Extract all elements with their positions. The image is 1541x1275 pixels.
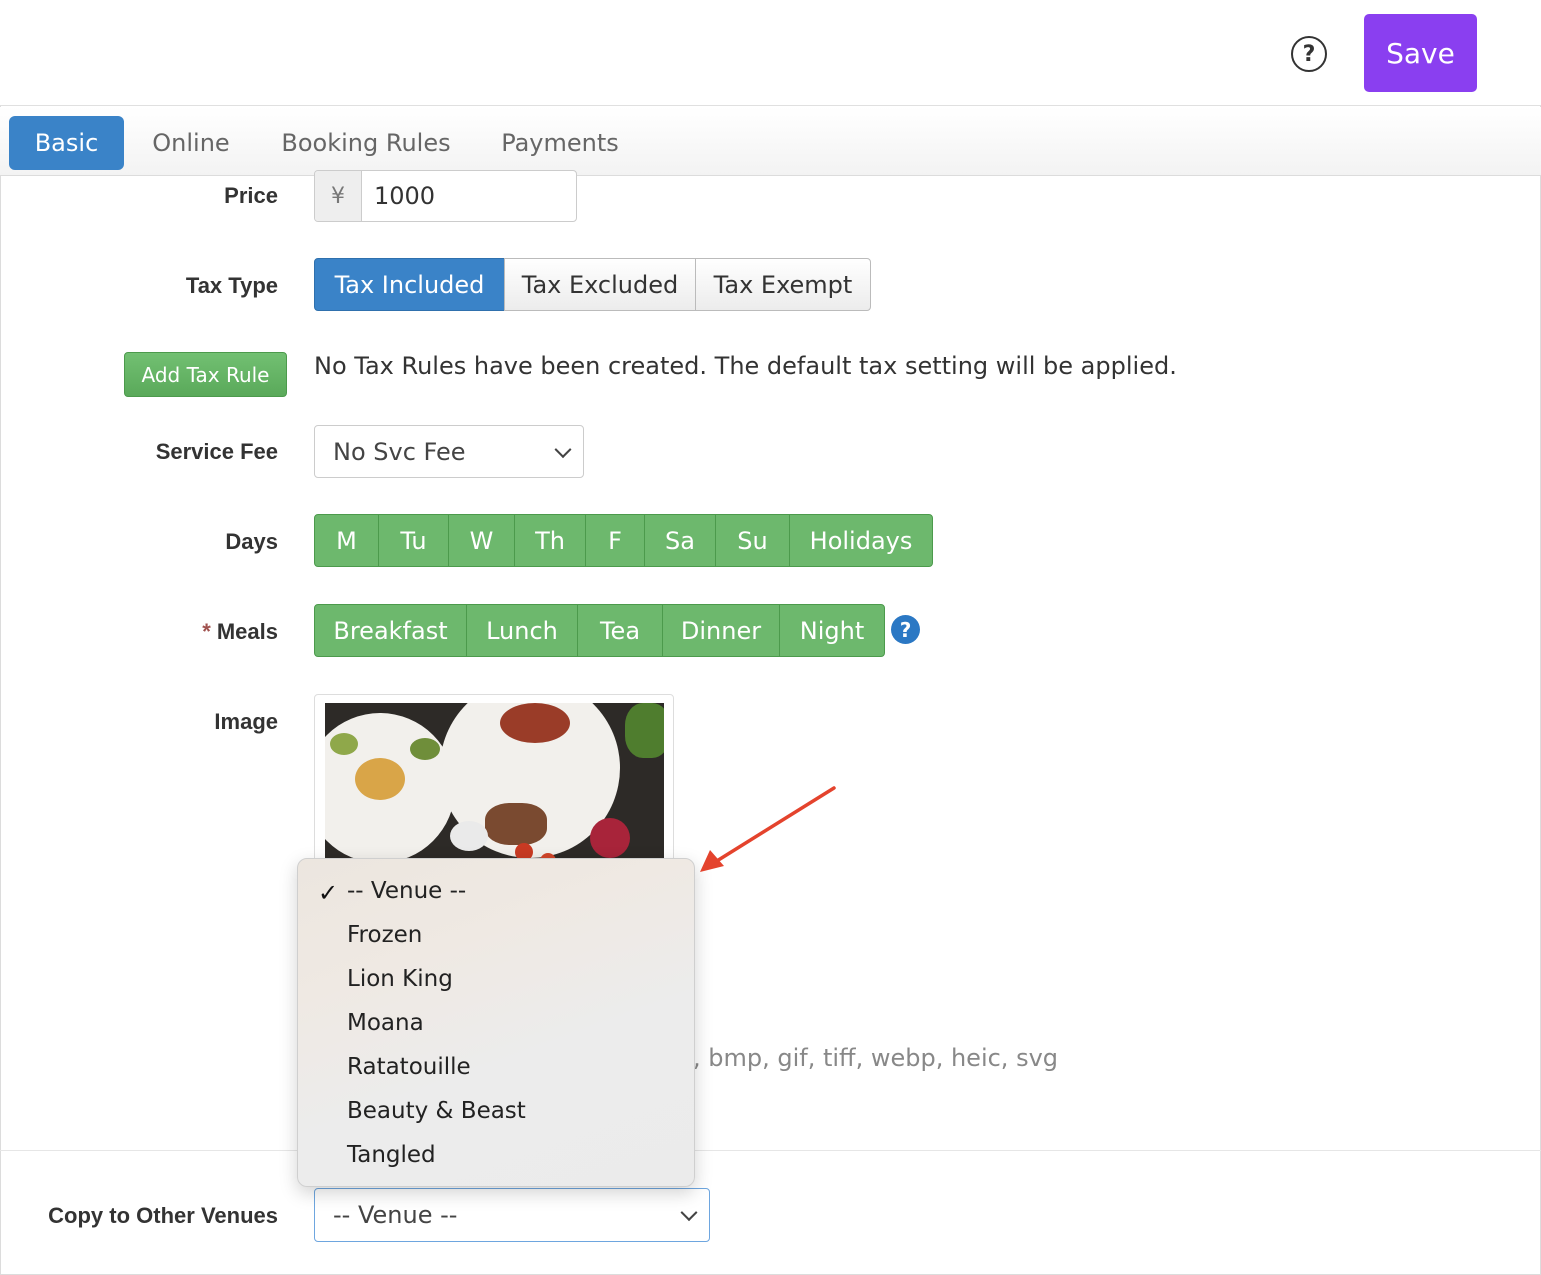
copy-venues-value: -- Venue -- [333,1201,458,1229]
dropdown-item-tangled[interactable]: Tangled [347,1142,436,1168]
day-button-th[interactable]: Th [514,514,586,567]
tax-rule-note: No Tax Rules have been created. The defa… [314,352,1177,380]
herbs [625,703,664,758]
image-preview[interactable] [314,694,674,884]
tab-basic[interactable]: Basic [9,116,124,170]
pomegranate [590,818,630,858]
meals-label-text: Meals [216,619,278,644]
meal-button-breakfast[interactable]: Breakfast [314,604,467,657]
sauce-bowl [450,821,488,851]
vegetable [330,733,358,755]
chevron-down-icon [680,1204,698,1222]
tax-included-button[interactable]: Tax Included [314,258,505,311]
day-button-f[interactable]: F [585,514,645,567]
dropdown-item-beauty-beast[interactable]: Beauty & Beast [347,1098,526,1124]
day-button-sa[interactable]: Sa [644,514,716,567]
grilled-vegetables [500,703,570,743]
dropdown-item-frozen[interactable]: Frozen [347,922,422,948]
day-button-tu[interactable]: Tu [378,514,449,567]
tab-bar: Basic Online Booking Rules Payments [0,107,1541,176]
bun [355,758,405,800]
tax-type-label: Tax Type [185,273,278,298]
meal-button-lunch[interactable]: Lunch [466,604,578,657]
tab-online[interactable]: Online [140,116,242,170]
tax-excluded-button[interactable]: Tax Excluded [504,258,696,311]
price-input-group: ¥ 1000 [314,170,577,222]
venue-dropdown-menu: ✓ -- Venue -- Frozen Lion King Moana Rat… [297,858,695,1187]
chevron-down-icon [554,440,572,458]
add-tax-rule-button[interactable]: Add Tax Rule [124,352,287,397]
steak [485,803,547,845]
meal-button-tea[interactable]: Tea [577,604,663,657]
question-circle-icon[interactable]: ? [1291,36,1327,72]
days-label: Days [225,529,278,554]
copy-venues-select[interactable]: -- Venue -- [314,1188,710,1242]
image-formats-note: , bmp, gif, tiff, webp, heic, svg [693,1044,1059,1072]
tab-payments[interactable]: Payments [490,116,630,170]
vegetable [410,738,440,760]
tab-booking-rules[interactable]: Booking Rules [270,116,462,170]
copy-venues-label: Copy to Other Venues [48,1203,278,1228]
section-divider [0,1150,1541,1151]
question-circle-icon[interactable]: ? [891,615,920,644]
annotation-arrow-icon [700,786,836,872]
tax-type-group: Tax Included Tax Excluded Tax Exempt [314,258,871,311]
day-button-m[interactable]: M [314,514,379,567]
price-input[interactable]: 1000 [362,171,576,221]
image-label: Image [214,709,278,734]
dropdown-item-lion-king[interactable]: Lion King [347,966,453,992]
currency-addon: ¥ [315,171,362,221]
service-fee-label: Service Fee [155,439,278,464]
day-button-su[interactable]: Su [715,514,790,567]
top-header: ? Save [0,0,1541,106]
dropdown-item-ratatouille[interactable]: Ratatouille [347,1054,471,1080]
tax-exempt-button[interactable]: Tax Exempt [695,258,871,311]
service-fee-value: No Svc Fee [333,437,466,466]
meals-label: * Meals [120,619,278,645]
dropdown-item-moana[interactable]: Moana [347,1010,424,1036]
meals-group: Breakfast Lunch Tea Dinner Night [314,604,885,657]
price-label: Price [224,183,278,208]
checkmark-icon: ✓ [318,879,339,907]
dropdown-item-venue[interactable]: -- Venue -- [347,878,466,904]
save-button[interactable]: Save [1364,14,1477,92]
service-fee-select[interactable]: No Svc Fee [314,425,584,478]
days-group: M Tu W Th F Sa Su Holidays [314,514,933,567]
food-photo [325,703,664,879]
meal-button-dinner[interactable]: Dinner [662,604,780,657]
day-button-w[interactable]: W [448,514,515,567]
meal-button-night[interactable]: Night [779,604,885,657]
day-button-holidays[interactable]: Holidays [789,514,933,567]
required-marker: * [202,619,211,644]
